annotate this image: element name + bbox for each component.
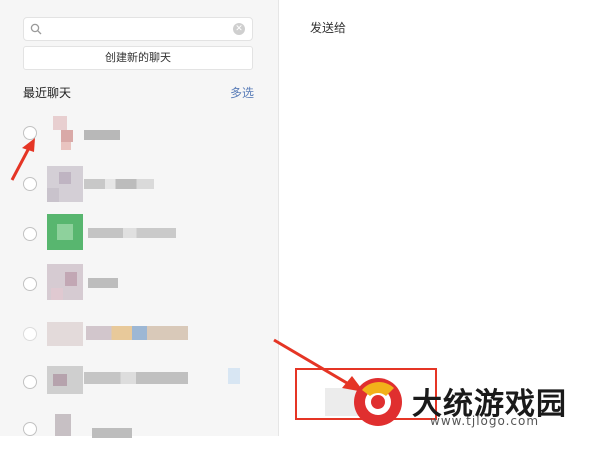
search-input[interactable] xyxy=(48,20,232,40)
select-radio[interactable] xyxy=(23,375,37,389)
multi-select-link[interactable]: 多选 xyxy=(230,84,254,101)
select-radio[interactable] xyxy=(23,277,37,291)
search-box[interactable]: ✕ xyxy=(23,17,253,41)
search-icon xyxy=(30,23,42,35)
chat-name xyxy=(84,372,188,384)
avatar xyxy=(47,166,83,202)
avatar xyxy=(47,214,83,250)
annotation-arrow-icon xyxy=(10,138,35,181)
clear-icon[interactable]: ✕ xyxy=(233,23,245,35)
chat-name xyxy=(86,326,188,340)
chat-name xyxy=(88,278,118,288)
recent-chats-title: 最近聊天 xyxy=(23,86,72,100)
select-radio[interactable] xyxy=(23,422,37,436)
avatar xyxy=(47,318,83,354)
chat-row[interactable] xyxy=(0,360,278,404)
chat-name xyxy=(88,228,176,238)
watermark-url: www.tjlogo.com xyxy=(430,414,540,428)
chat-row[interactable] xyxy=(0,312,278,356)
chat-row[interactable] xyxy=(0,262,278,306)
send-to-label: 发送给 xyxy=(310,21,347,35)
chat-name xyxy=(92,428,132,438)
contact-picker-panel: ✕ 创建新的聊天 最近聊天 多选 xyxy=(0,0,279,438)
select-radio[interactable] xyxy=(23,327,37,341)
select-radio[interactable] xyxy=(23,227,37,241)
avatar xyxy=(47,264,83,300)
watermark-logo-icon xyxy=(354,378,402,426)
avatar xyxy=(47,366,83,402)
chat-row[interactable] xyxy=(0,410,278,454)
chat-name xyxy=(84,179,154,189)
chat-name xyxy=(84,130,120,140)
avatar xyxy=(47,116,83,152)
avatar xyxy=(47,414,83,450)
chat-row[interactable] xyxy=(0,212,278,256)
create-new-chat-button[interactable]: 创建新的聊天 xyxy=(23,46,253,70)
